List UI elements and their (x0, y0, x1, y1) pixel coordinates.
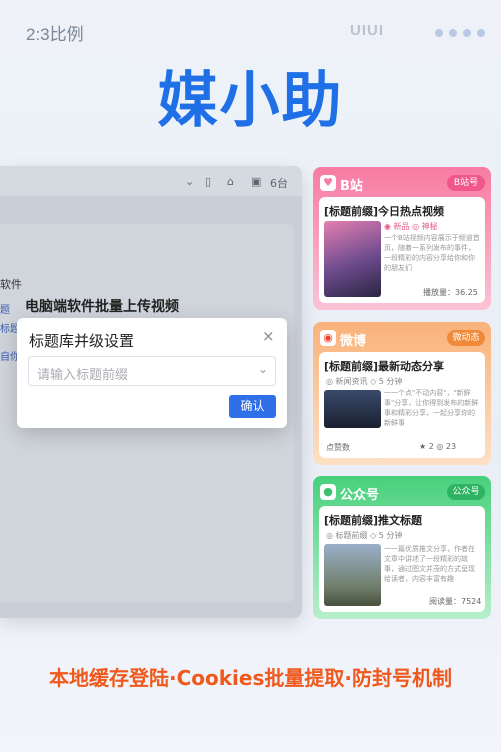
phone-icon[interactable]: ▯ (205, 175, 211, 188)
chevron-down-icon: ⌄ (258, 362, 269, 376)
bilibili-card[interactable]: ♥ B站 B站号 [标题前缀]今日热点视频 ◉ 新品 ◎ 神秘 一个B站视频内容… (313, 167, 491, 310)
post-excerpt: 一一个点"不动内容"，"新鲜事"分享，让你得到发布的新鲜事和精彩分享，一起分享你… (384, 389, 479, 427)
panel-icon[interactable]: ▣ (251, 175, 261, 188)
platform-name: 公众号 (340, 488, 380, 503)
post-image (324, 390, 381, 428)
home-icon[interactable]: ⌂ (227, 175, 234, 188)
read-count: 阅读量：7524 (429, 597, 482, 606)
window-title: 电脑端软件批量上传视频 (25, 299, 179, 315)
card-body: [标题前缀]最新动态分享 ◎ 新闻资讯 ◇ 5 分钟 一一个点"不动内容"，"新… (319, 352, 485, 458)
wechat-card[interactable]: ● 公众号 公众号 [标题前缀]推文标题 ◎ 标题前缀 ◇ 5 分钟 一一篇优质… (313, 476, 491, 619)
minimize-icon[interactable]: ⌄ (185, 175, 194, 188)
card-body: [标题前缀]今日热点视频 ◉ 新品 ◎ 神秘 一个B站视频内容展示于频道首页，随… (319, 197, 485, 303)
post-excerpt: 一一篇优质推文分享，作者在文章中讲述了一段精彩的故事，通过图文并茂的方式呈现给读… (384, 545, 475, 583)
weibo-card[interactable]: ◉ 微博 微动态 [标题前缀]最新动态分享 ◎ 新闻资讯 ◇ 5 分钟 一一个点… (313, 322, 491, 465)
platform-tag: 微动态 (447, 330, 485, 346)
wechat-logo-icon: ● (320, 484, 336, 500)
window-side-text: 软件 (0, 278, 22, 291)
brand-title: 媒小助 (157, 66, 344, 136)
play-count: 播放量：36.25 (423, 288, 478, 297)
post-meta: ◎ 标题前缀 ◇ 5 分钟 (326, 531, 403, 540)
bilibili-logo-icon: ♥ (320, 175, 336, 191)
title-prefix-dialog: 标题库并级设置 × 请输入标题前缀 ⌄ 确认 (17, 318, 287, 428)
post-image (324, 544, 381, 606)
window-toolbar: ⌄ ▯ ⌂ ▣ 6台 (0, 166, 302, 196)
post-meta: ◉ 新品 ◎ 神秘 (384, 222, 438, 231)
carousel-dots (435, 29, 485, 37)
title-prefix-select[interactable]: 请输入标题前缀 ⌄ (28, 356, 276, 386)
platform-name: 微博 (340, 334, 367, 349)
toolbar-label: 6台 (270, 177, 288, 190)
platform-tag: B站号 (447, 175, 485, 191)
weibo-logo-icon: ◉ (320, 330, 336, 346)
video-thumbnail (324, 221, 381, 297)
select-placeholder: 请输入标题前缀 (37, 368, 129, 383)
post-title: [标题前缀]推文标题 (324, 514, 423, 527)
platform-name: B站 (340, 179, 363, 194)
ui-watermark: UIUI (350, 22, 384, 39)
confirm-button[interactable]: 确认 (229, 395, 276, 418)
close-icon[interactable]: × (262, 327, 275, 345)
card-body: [标题前缀]推文标题 ◎ 标题前缀 ◇ 5 分钟 一一篇优质推文分享，作者在文章… (319, 506, 485, 612)
author-name: 点赞数 (326, 443, 350, 452)
platform-tag: 公众号 (447, 484, 485, 500)
post-stats: ★ 2 ◎ 23 (419, 442, 457, 451)
ratio-label: 2:3比例 (26, 25, 84, 44)
feature-slogan: 本地缓存登陆·Cookies批量提取·防封号机制 (49, 666, 452, 690)
side-item[interactable]: 题 (0, 301, 10, 316)
post-excerpt: 一个B站视频内容展示于频道首页，随着一系列发布的事件，一段精彩的内容分享给你和你… (384, 234, 480, 272)
post-meta: ◎ 新闻资讯 ◇ 5 分钟 (326, 377, 403, 386)
post-title: [标题前缀]最新动态分享 (324, 360, 445, 373)
dialog-title: 标题库并级设置 (29, 332, 135, 350)
post-title: [标题前缀]今日热点视频 (324, 205, 445, 218)
